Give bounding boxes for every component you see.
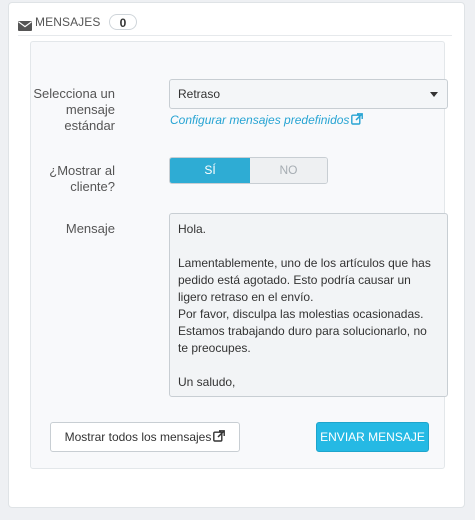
caret-down-icon	[430, 92, 438, 97]
selected-message-value: Retraso	[178, 87, 221, 101]
message-count-badge: 0	[109, 14, 137, 30]
panel-title: MENSAJES	[35, 15, 101, 29]
panel-header: MENSAJES 0	[18, 13, 452, 36]
show-all-messages-button[interactable]: Mostrar todos los mensajes	[50, 422, 240, 452]
message-textarea[interactable]: Hola. Lamentablemente, uno de los artícu…	[169, 213, 448, 397]
message-form: Selecciona un mensaje estándar Retraso C…	[30, 41, 448, 469]
configure-messages-link[interactable]: Configurar mensajes predefinidos	[170, 113, 364, 127]
send-message-button[interactable]: ENVIAR MENSAJE	[316, 422, 429, 452]
messages-panel: MENSAJES 0 Selecciona un mensaje estánda…	[8, 2, 465, 508]
standard-message-select[interactable]: Retraso	[169, 79, 448, 109]
toggle-no-option[interactable]: NO	[250, 158, 327, 183]
message-label: Mensaje	[65, 221, 115, 236]
standard-message-label: Selecciona un mensaje estándar	[33, 86, 115, 133]
toggle-yes-option[interactable]: SÍ	[170, 158, 250, 183]
external-link-icon	[351, 113, 364, 125]
envelope-icon	[18, 18, 32, 36]
external-link-icon	[213, 430, 226, 442]
show-to-customer-label: ¿Mostrar al cliente?	[49, 163, 115, 194]
show-to-customer-toggle: SÍ NO	[169, 157, 328, 184]
